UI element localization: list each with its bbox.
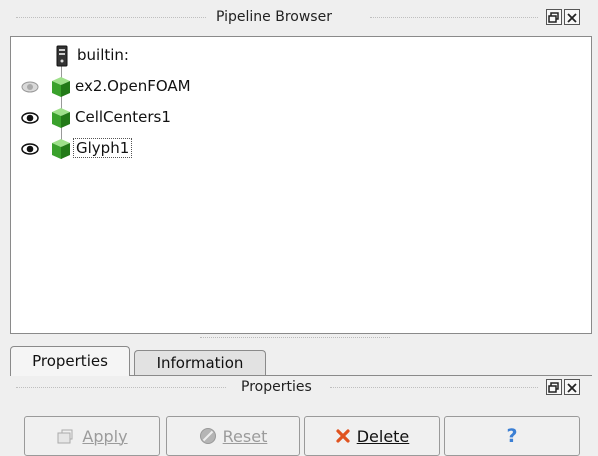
undock-button[interactable] [546,9,562,25]
splitter-handle[interactable] [200,337,390,339]
tab-information[interactable]: Information [134,350,266,376]
tab-bar: Properties Information [10,346,592,376]
reset-button[interactable]: Reset [166,416,300,456]
help-icon: ? [506,425,518,447]
tree-item-label: CellCenters1 [75,108,171,126]
pipeline-browser-title: Pipeline Browser [216,9,332,25]
pipeline-tree[interactable]: builtin: ex2.OpenFOAM CellCenters1 Glyph… [10,36,592,334]
help-button[interactable]: ? [444,416,580,456]
tree-item-builtin[interactable]: builtin: [11,43,211,69]
tab-properties[interactable]: Properties [10,346,130,376]
undock-icon [548,382,559,393]
close-icon [567,13,577,23]
tree-item-ex2-openfoam[interactable]: ex2.OpenFOAM [11,74,251,100]
delete-label: Delete [356,426,410,446]
tree-item-label: ex2.OpenFOAM [75,77,191,95]
cube-icon [52,139,70,159]
close-button[interactable] [564,9,580,25]
reset-icon [199,428,216,444]
tree-item-label: Glyph1 [73,138,133,158]
apply-icon [57,429,73,444]
pipeline-browser-titlebar[interactable]: Pipeline Browser [10,8,592,28]
properties-title: Properties [241,379,312,395]
delete-x-icon [336,429,350,443]
properties-titlebar[interactable]: Properties [10,378,592,398]
close-button[interactable] [564,379,580,395]
undock-button[interactable] [546,379,562,395]
delete-button[interactable]: Delete [304,416,440,456]
tab-divider [130,375,592,376]
apply-button[interactable]: Apply [24,416,160,456]
undock-icon [548,12,559,23]
cube-icon [52,77,70,97]
titlebar-grip-right [330,387,538,389]
titlebar-grip-left [16,17,206,19]
tree-item-cellcenters1[interactable]: CellCenters1 [11,105,251,131]
apply-label: Apply [82,426,128,446]
eye-hidden-icon[interactable] [21,81,39,93]
titlebar-grip-left [16,387,226,389]
eye-visible-icon[interactable] [21,143,39,155]
close-icon [567,383,577,393]
reset-label: Reset [222,426,268,446]
tree-item-glyph1[interactable]: Glyph1 [11,136,251,162]
titlebar-grip-right [370,17,538,19]
server-icon [56,45,68,67]
tree-item-label: builtin: [77,46,129,64]
eye-visible-icon[interactable] [21,112,39,124]
cube-icon [52,108,70,128]
